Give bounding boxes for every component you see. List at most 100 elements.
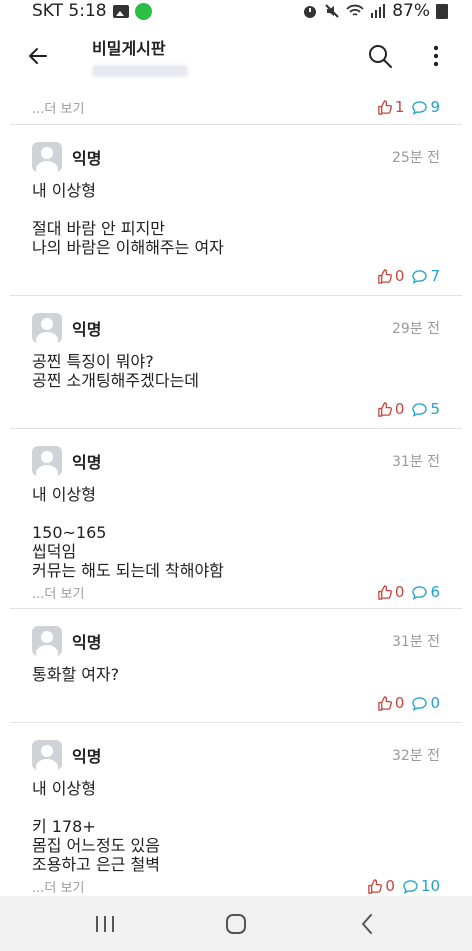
more-link[interactable]: ...더 보기 <box>32 98 84 117</box>
comment-button[interactable]: 5 <box>412 400 440 418</box>
post-body: 내 이상형 150~165 씹덕임 커뮤는 해도 되는데 착해야함 <box>32 485 224 580</box>
like-count: 0 <box>394 694 405 712</box>
thumbs-up-icon <box>378 401 392 417</box>
thumbs-up-icon <box>378 695 392 711</box>
chevron-left-icon <box>361 913 372 934</box>
post-header: 익명 32분 전 <box>32 735 440 775</box>
post-item[interactable]: 익명 31분 전 통화할 여자? 0 0 <box>10 609 462 723</box>
comment-button[interactable]: 7 <box>412 267 440 285</box>
like-button[interactable]: 0 <box>367 877 395 895</box>
post-time: 32분 전 <box>391 748 440 764</box>
post-stats: 0 6 <box>377 583 440 601</box>
author-name: 익명 <box>72 453 102 472</box>
comment-count: 7 <box>430 267 440 285</box>
status-bar: SKT 5:18 87% <box>0 0 472 22</box>
post-header: 익명 25분 전 <box>32 137 440 177</box>
alarm-icon <box>304 6 317 18</box>
board-subtitle-blurred <box>92 65 188 77</box>
comment-bubble-icon <box>412 585 428 600</box>
battery-icon <box>436 3 448 19</box>
mute-icon <box>325 4 339 18</box>
post-footer: 0 5 <box>32 394 440 424</box>
like-count: 0 <box>394 400 405 418</box>
comment-bubble-icon <box>403 879 418 894</box>
post-time: 29분 전 <box>391 321 440 337</box>
comment-button[interactable]: 10 <box>403 877 440 895</box>
recent-apps-icon <box>96 915 115 932</box>
header-titles: 비밀게시판 <box>92 35 188 77</box>
post-stats: 0 10 <box>367 877 440 895</box>
post-stats: 0 0 <box>377 694 440 712</box>
carrier-time: SKT 5:18 <box>32 1 107 21</box>
like-count: 0 <box>394 583 405 601</box>
like-button[interactable]: 0 <box>377 583 405 601</box>
thumbs-up-icon <box>378 584 392 600</box>
comment-bubble-icon <box>412 402 428 417</box>
battery-percent: 87% <box>392 1 430 21</box>
comment-bubble-icon <box>412 696 428 711</box>
comment-count: 10 <box>420 877 440 895</box>
post-header: 익명 31분 전 <box>32 441 440 481</box>
more-menu-button[interactable] <box>418 38 454 74</box>
status-right: 87% <box>302 0 448 22</box>
post-stats: 0 7 <box>377 267 440 285</box>
more-link[interactable]: ...더 보기 <box>32 583 84 602</box>
call-icon <box>134 2 152 20</box>
home-button[interactable] <box>206 904 266 944</box>
post-item[interactable]: 익명 29분 전 공찐 특징이 뭐야? 공찐 소개팅해주겠다는데 0 5 <box>10 296 462 429</box>
comment-button[interactable]: 9 <box>412 98 440 116</box>
avatar <box>32 740 62 770</box>
post-body: 내 이상형 절대 바람 안 피지만 나의 바람은 이해해주는 여자 <box>32 181 224 257</box>
avatar <box>32 142 62 172</box>
comment-count: 6 <box>430 583 440 601</box>
post-footer: ...더 보기 1 9 <box>32 90 440 124</box>
thumbs-up-icon <box>378 268 392 284</box>
comment-button[interactable]: 6 <box>412 583 440 601</box>
wifi-icon <box>346 4 364 16</box>
post-footer: 0 0 <box>32 688 440 718</box>
post-partial-top[interactable]: ...더 보기 1 9 <box>10 90 462 125</box>
author-name: 익명 <box>72 633 102 652</box>
post-item[interactable]: 익명 31분 전 내 이상형 150~165 씹덕임 커뮤는 해도 되는데 착해… <box>10 429 462 609</box>
more-link[interactable]: ...더 보기 <box>32 877 84 896</box>
arrow-left-icon <box>29 48 47 64</box>
header-actions <box>362 38 454 74</box>
post-item[interactable]: 익명 32분 전 내 이상형 키 178+ 몸집 어느정도 있음 조용하고 은근… <box>10 723 462 896</box>
board-title: 비밀게시판 <box>92 39 166 58</box>
signal-icon <box>371 4 386 18</box>
like-button[interactable]: 0 <box>377 267 405 285</box>
like-count: 0 <box>394 267 405 285</box>
comment-count: 5 <box>430 400 440 418</box>
like-button[interactable]: 0 <box>377 694 405 712</box>
post-footer: ...더 보기 0 6 <box>32 580 440 604</box>
app-header: 비밀게시판 <box>0 22 472 90</box>
author-name: 익명 <box>72 320 102 339</box>
search-button[interactable] <box>362 38 398 74</box>
avatar <box>32 313 62 343</box>
more-vertical-icon <box>433 45 439 67</box>
post-footer: ...더 보기 0 10 <box>32 874 440 896</box>
post-header: 익명 29분 전 <box>32 308 440 348</box>
like-button[interactable]: 0 <box>377 400 405 418</box>
like-count: 0 <box>385 877 395 895</box>
avatar <box>32 626 62 656</box>
post-stats: 0 5 <box>377 400 440 418</box>
comment-button[interactable]: 0 <box>412 694 440 712</box>
system-nav-bar <box>0 896 472 951</box>
back-button[interactable] <box>18 36 58 76</box>
like-button[interactable]: 1 <box>377 98 404 116</box>
post-time: 25분 전 <box>391 150 440 166</box>
post-feed: ...더 보기 1 9 익명 25분 전 내 이상형 절대 바람 안 피지만 나… <box>10 90 462 896</box>
comment-bubble-icon <box>412 269 428 284</box>
author-name: 익명 <box>72 149 102 168</box>
post-time: 31분 전 <box>391 454 440 470</box>
post-footer: 0 7 <box>32 261 440 291</box>
home-icon <box>225 913 246 934</box>
back-nav-button[interactable] <box>337 904 397 944</box>
recent-apps-button[interactable] <box>75 904 135 944</box>
comment-bubble-icon <box>412 100 428 115</box>
post-body: 공찐 특징이 뭐야? 공찐 소개팅해주겠다는데 <box>32 352 200 390</box>
post-item[interactable]: 익명 25분 전 내 이상형 절대 바람 안 피지만 나의 바람은 이해해주는 … <box>10 125 462 296</box>
post-body: 내 이상형 키 178+ 몸집 어느정도 있음 조용하고 은근 철벽 <box>32 779 160 874</box>
post-time: 31분 전 <box>391 634 440 650</box>
